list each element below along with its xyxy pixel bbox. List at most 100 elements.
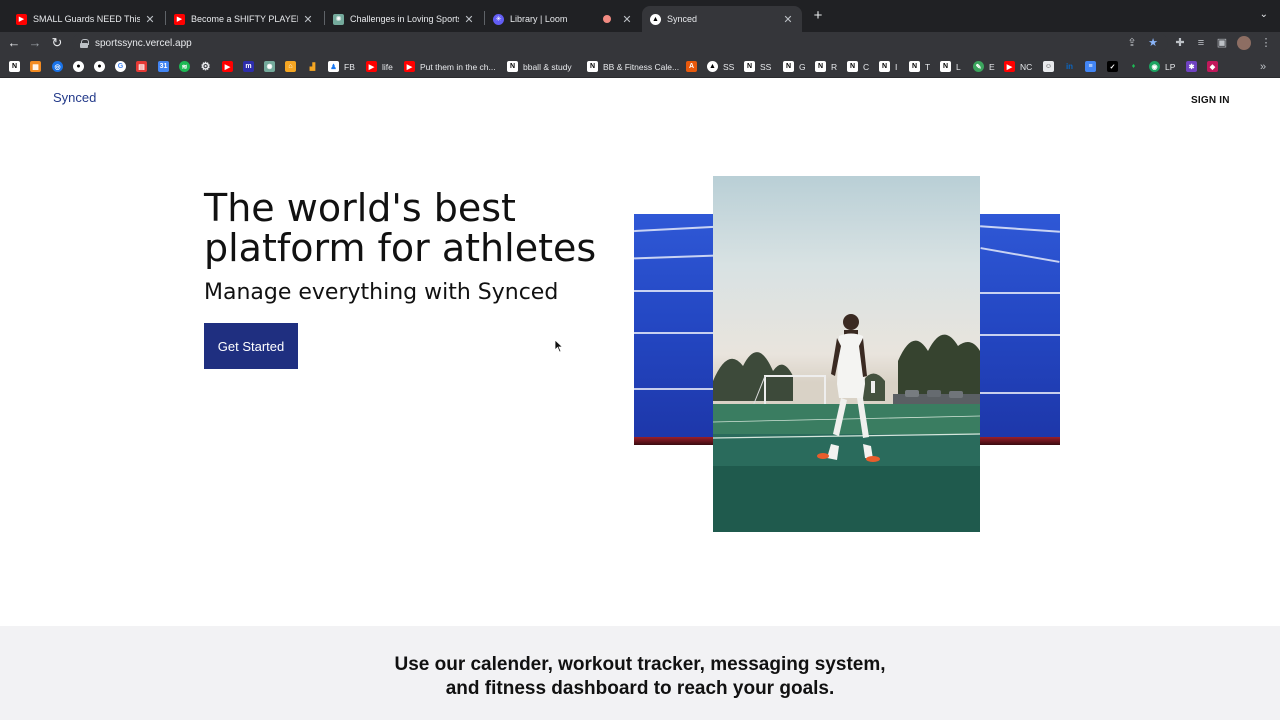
close-icon[interactable]: ✕ xyxy=(621,13,633,26)
tab-synced[interactable]: ▲ Synced ✕ xyxy=(642,6,802,32)
bookmark-hub[interactable]: ✱ xyxy=(1186,60,1202,73)
bookmark-c[interactable]: NC xyxy=(847,60,869,73)
loom-icon: ✳ xyxy=(493,13,504,25)
bookmark-label: Put them in the ch... xyxy=(420,61,496,72)
bookmark-i[interactable]: NI xyxy=(879,60,897,73)
avatar[interactable] xyxy=(1237,36,1251,50)
browser-toolbar: ← → ↻ sportssync.vercel.app ⇪ ★ ✚ ≡ ▣ ⋮ xyxy=(0,32,1280,54)
hero-subtitle: Manage everything with Synced xyxy=(204,280,559,305)
bookmark-label: I xyxy=(895,61,898,72)
bookmark-github[interactable]: ● xyxy=(73,60,89,73)
bookmark-t[interactable]: NT xyxy=(909,60,930,73)
forward-icon[interactable]: → xyxy=(27,35,43,51)
bookmark-g[interactable]: NG xyxy=(783,60,806,73)
bookmark-r[interactable]: NR xyxy=(815,60,837,73)
bookmark-tool[interactable]: ✓ xyxy=(1107,60,1123,73)
chatgpt-icon: ✺ xyxy=(264,61,275,72)
notion-icon: N xyxy=(783,61,794,72)
synced-icon: ▲ xyxy=(650,13,661,25)
bookmark-bball-study[interactable]: Nbball & study xyxy=(507,60,572,73)
app-icon: ▤ xyxy=(136,61,147,72)
back-icon[interactable]: ← xyxy=(6,35,22,51)
notion-icon: N xyxy=(940,61,951,72)
bookmark-chart[interactable]: ▟ xyxy=(307,60,323,73)
mouse-cursor-icon xyxy=(554,339,564,353)
bookmark-linkedin[interactable]: in xyxy=(1064,60,1080,73)
bookmark-a[interactable]: A xyxy=(686,60,702,73)
tab-shifty-player[interactable]: ▶ Become a SHIFTY PLAYER! Put ✕ xyxy=(166,6,322,32)
bookmark-google[interactable]: G xyxy=(115,60,131,73)
chevron-down-icon[interactable]: ⌄ xyxy=(1260,9,1268,20)
address-bar[interactable]: sportssync.vercel.app xyxy=(72,33,1168,53)
bookmark-lp[interactable]: ◉ LP xyxy=(1149,60,1175,73)
tool-icon: ✓ xyxy=(1107,61,1118,72)
tab-title: Become a SHIFTY PLAYER! Put xyxy=(191,14,298,24)
get-started-button[interactable]: Get Started xyxy=(204,323,298,369)
close-icon[interactable]: ✕ xyxy=(463,13,475,26)
bookmark-home[interactable]: ⌂ xyxy=(285,60,301,73)
tab-small-guards[interactable]: ▶ SMALL Guards NEED This Foot ✕ xyxy=(8,6,164,32)
close-icon[interactable]: ✕ xyxy=(782,13,794,26)
bookmark-label: NC xyxy=(1020,61,1033,72)
bookmark-settings[interactable]: ⚙ xyxy=(200,60,216,73)
hub-icon: ✱ xyxy=(1186,61,1197,72)
bookmark-pink[interactable]: ◆ xyxy=(1207,60,1223,73)
notion-icon: N xyxy=(507,61,518,72)
bookmark-ss-2[interactable]: N SS xyxy=(744,60,771,73)
bookmark-docs[interactable]: ≡ xyxy=(1085,60,1101,73)
bookmark-nc[interactable]: ▶ NC xyxy=(1004,60,1032,73)
bookmark-e[interactable]: ✎ E xyxy=(973,60,995,73)
youtube-icon: ▶ xyxy=(1004,61,1015,72)
tab-loom[interactable]: ✳ Library | Loom ✕ xyxy=(485,6,641,32)
bookmark-star-icon[interactable]: ★ xyxy=(1146,36,1160,50)
bookmark-put-them[interactable]: ▶ Put them in the ch... xyxy=(404,60,496,73)
bookmark-l[interactable]: NL xyxy=(940,60,961,73)
bookmark-m[interactable]: m xyxy=(243,60,259,73)
side-panel-icon[interactable]: ▣ xyxy=(1215,36,1229,50)
person-icon: ☺ xyxy=(1043,61,1054,72)
bookmark-notion[interactable]: N xyxy=(9,60,25,73)
bookmark-label: BB & Fitness Cale... xyxy=(603,61,680,72)
sign-in-link[interactable]: SIGN IN xyxy=(1191,95,1230,106)
bookmark-label: E xyxy=(989,61,995,72)
bookmark-ss-1[interactable]: ▲ SS xyxy=(707,60,734,73)
home-icon: ⌂ xyxy=(285,61,296,72)
bookmark-label: LP xyxy=(1165,61,1176,72)
bookmark-red[interactable]: ▤ xyxy=(136,60,152,73)
bookmark-spotify[interactable]: ≋ xyxy=(179,60,195,73)
bookmark-label: FB xyxy=(344,61,355,72)
bookmark-label: SS xyxy=(723,61,735,72)
bookmark-leaf[interactable]: ♦ xyxy=(1128,60,1144,73)
bookmark-app[interactable]: ▦ xyxy=(30,60,46,73)
person-icon: ♟ xyxy=(328,61,339,72)
app-icon: ▦ xyxy=(30,61,41,72)
bookmark-github-2[interactable]: ● xyxy=(94,60,110,73)
bookmark-label: T xyxy=(925,61,931,72)
tab-challenges[interactable]: ✺ Challenges in Loving Sports ✕ xyxy=(325,6,483,32)
youtube-icon: ▶ xyxy=(174,13,185,25)
bookmark-youtube[interactable]: ▶ xyxy=(222,60,238,73)
bookmarks-overflow-icon[interactable]: » xyxy=(1260,60,1266,73)
close-icon[interactable]: ✕ xyxy=(302,13,314,26)
extensions-icon[interactable]: ✚ xyxy=(1173,36,1187,50)
leaf-icon: ♦ xyxy=(1131,63,1136,70)
tab-title: SMALL Guards NEED This Foot xyxy=(33,14,140,24)
brand-logo[interactable]: Synced xyxy=(53,90,96,105)
tab-title: Challenges in Loving Sports xyxy=(350,14,459,24)
share-icon[interactable]: ⇪ xyxy=(1125,36,1139,50)
bookmark-globe[interactable]: ◎ xyxy=(52,60,68,73)
bookmark-bb-fitness[interactable]: N BB & Fitness Cale... xyxy=(587,60,679,73)
reading-list-icon[interactable]: ≡ xyxy=(1194,36,1208,50)
bookmark-calendar[interactable]: 31 xyxy=(158,60,174,73)
bookmark-chatgpt[interactable]: ✺ xyxy=(264,60,280,73)
bookmark-life[interactable]: ▶ life xyxy=(366,60,393,73)
new-tab-icon[interactable]: + xyxy=(810,8,826,24)
bookmark-fb[interactable]: ♟ FB xyxy=(328,60,355,73)
notion-icon: N xyxy=(9,61,20,72)
close-icon[interactable]: ✕ xyxy=(144,13,156,26)
a-icon: A xyxy=(686,61,697,72)
bookmark-profile[interactable]: ☺ xyxy=(1043,60,1059,73)
menu-icon[interactable]: ⋮ xyxy=(1259,36,1273,50)
reload-icon[interactable]: ↻ xyxy=(49,35,65,51)
notion-icon: N xyxy=(744,61,755,72)
